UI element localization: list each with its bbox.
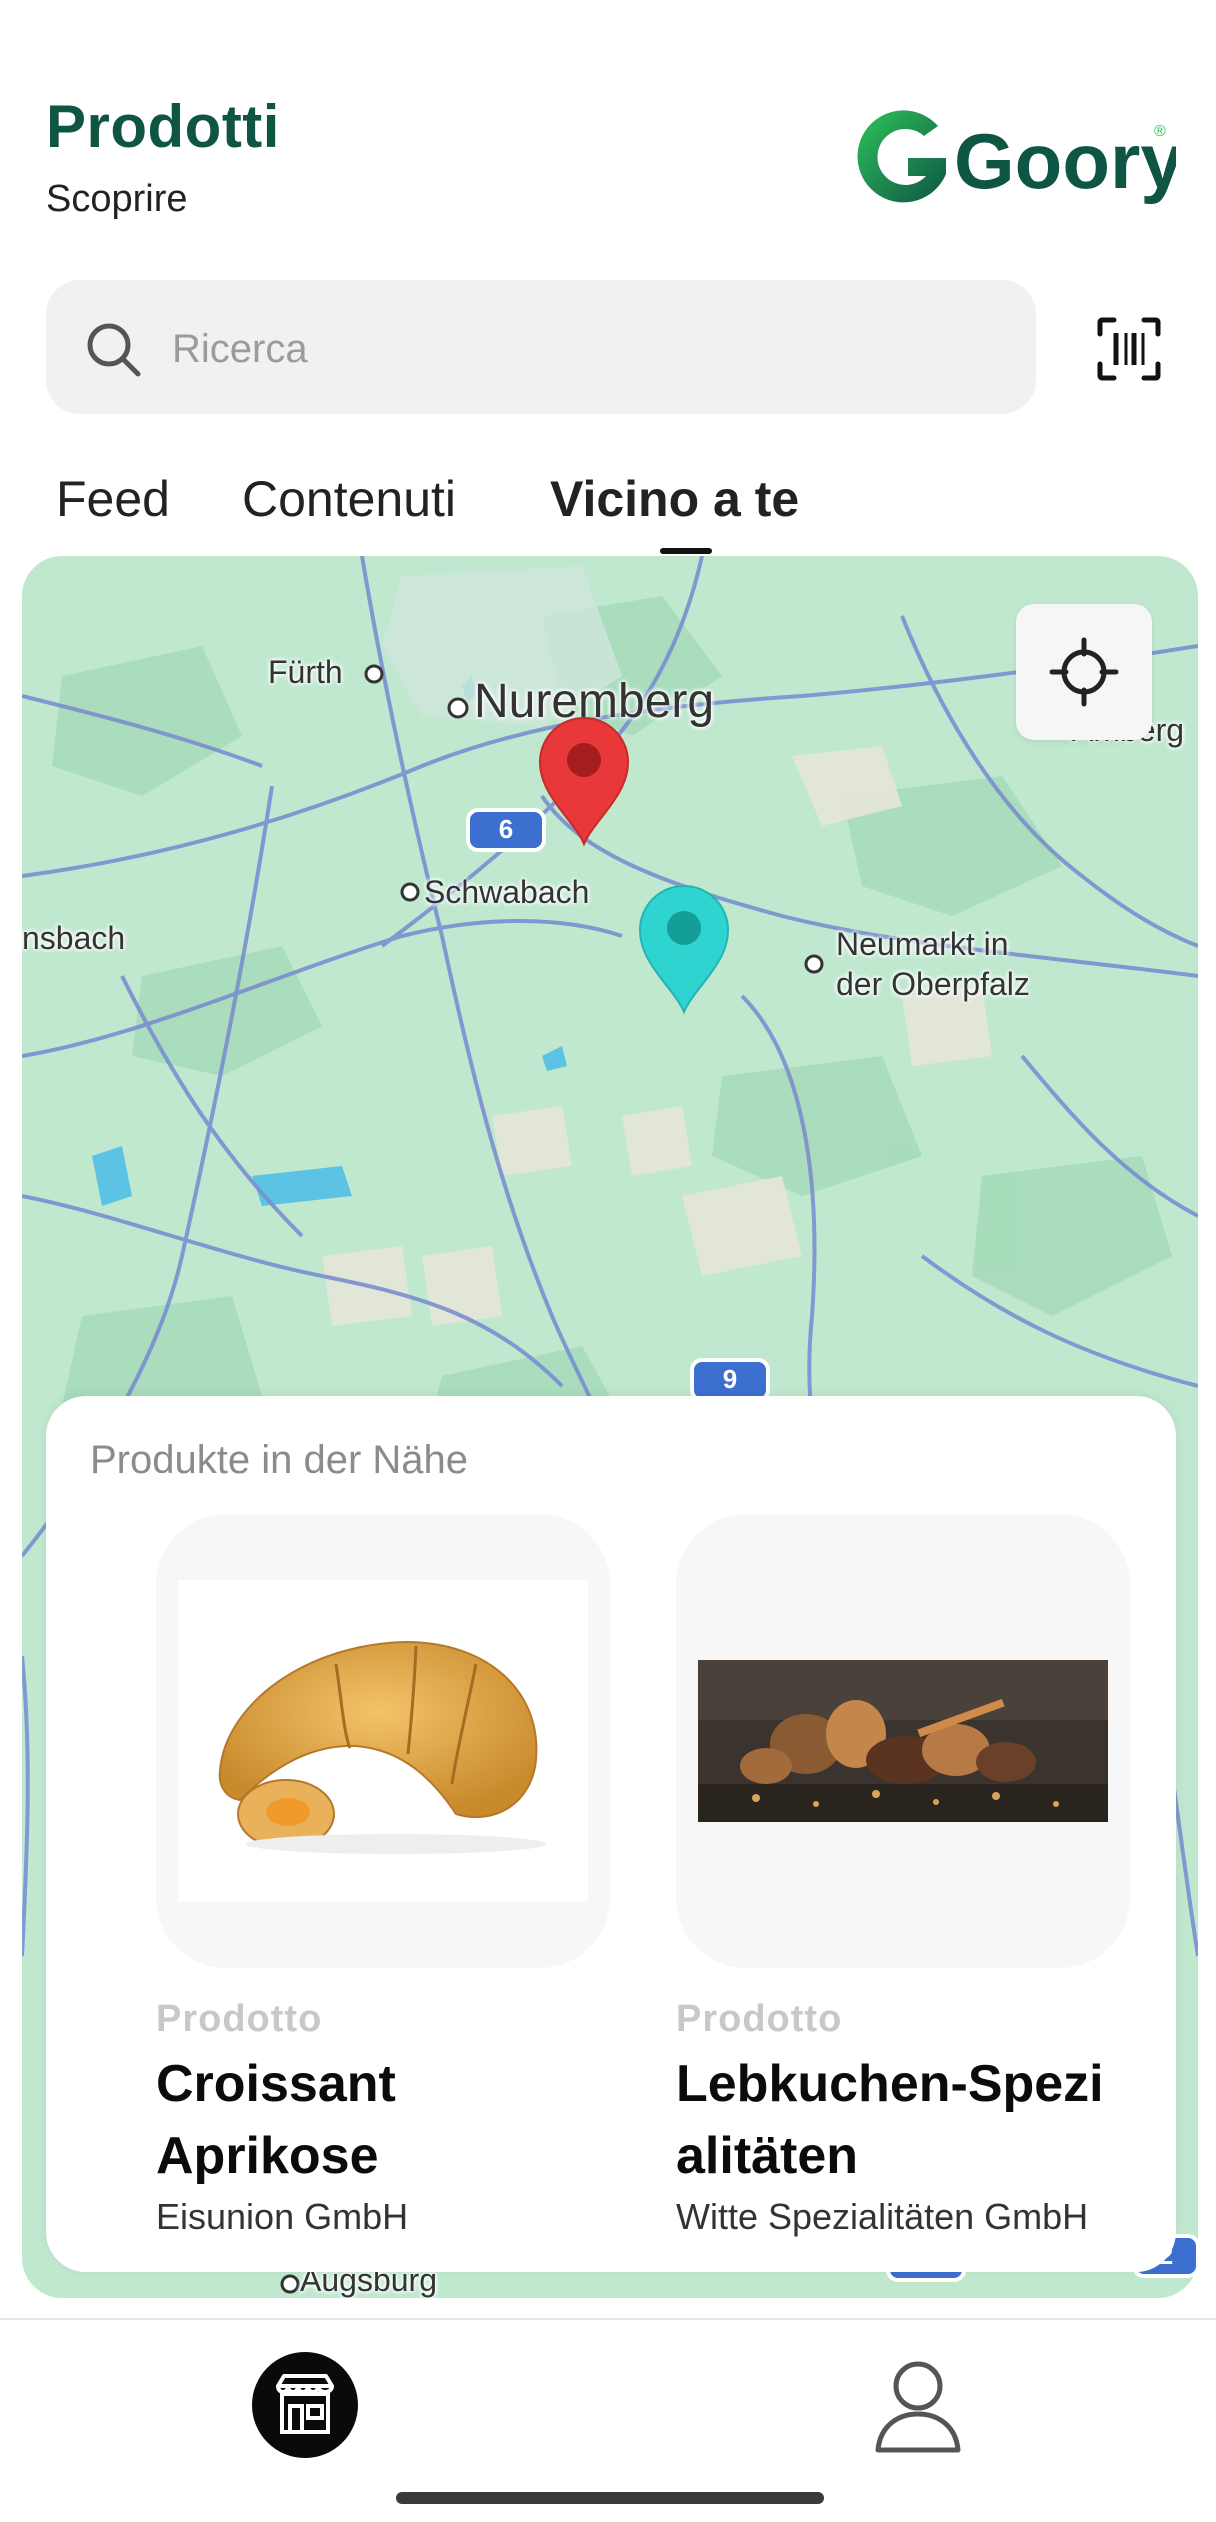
product-2-name-line2: alitäten [676, 2127, 859, 2185]
map-label-neumarkt-2: der Oberpfalz [836, 966, 1030, 1002]
map-label-schwabach: Schwabach [424, 874, 590, 910]
product-2-name[interactable]: Lebkuchen-Spezi alitäten [676, 2048, 1156, 2192]
logo-registered-mark: ® [1154, 123, 1166, 140]
search-icon [84, 320, 144, 380]
road-shield-9: 9 [722, 1364, 738, 1394]
tab-feed[interactable]: Feed [56, 470, 170, 528]
tab-vicino-a-te[interactable]: Vicino a te [550, 470, 799, 528]
crosshair-icon [1049, 637, 1119, 707]
croissant-image [178, 1580, 588, 1902]
active-tab-indicator [660, 548, 712, 554]
tab-contenuti[interactable]: Contenuti [242, 470, 456, 528]
product-2-name-line1: Lebkuchen-Spezi [676, 2055, 1104, 2113]
nav-profile-button[interactable] [870, 2354, 966, 2458]
selected-location-pin[interactable] [534, 712, 634, 848]
road-shield-6: 6 [498, 814, 514, 844]
goory-logo: Goory ® [846, 100, 1184, 216]
shop-icon [276, 2374, 334, 2434]
product-2-kind: Prodotto [676, 1998, 843, 2040]
page-subtitle: Scoprire [46, 178, 188, 220]
search-input[interactable] [170, 318, 994, 380]
product-1-name-line1: Croissant [156, 2055, 396, 2113]
barcode-scan-icon[interactable] [1096, 316, 1162, 382]
map-label-ansbach: nsbach [22, 920, 126, 956]
home-indicator[interactable] [396, 2492, 824, 2504]
map-label-fuerth: Fürth [268, 654, 343, 690]
nav-shop-button[interactable] [252, 2352, 358, 2458]
page-title: Prodotti [46, 93, 280, 160]
lebkuchen-image [698, 1660, 1108, 1822]
map-label-neumarkt-1: Neumarkt in [836, 926, 1009, 962]
logo-text: Goory [954, 117, 1176, 205]
product-card-image-lebkuchen[interactable] [676, 1514, 1130, 1968]
product-1-name[interactable]: Croissant Aprikose [156, 2048, 636, 2192]
nearby-products-title: Produkte in der Nähe [90, 1438, 469, 1482]
product-1-company: Eisunion GmbH [156, 2196, 409, 2237]
product-1-kind: Prodotto [156, 1998, 323, 2040]
locate-me-button[interactable] [1016, 604, 1152, 740]
product-location-pin[interactable] [634, 880, 734, 1016]
product-1-name-line2: Aprikose [156, 2127, 379, 2185]
product-2-company: Witte Spezialitäten GmbH [676, 2196, 1089, 2237]
profile-icon [875, 2361, 961, 2453]
product-card-image-croissant[interactable] [156, 1514, 610, 1968]
